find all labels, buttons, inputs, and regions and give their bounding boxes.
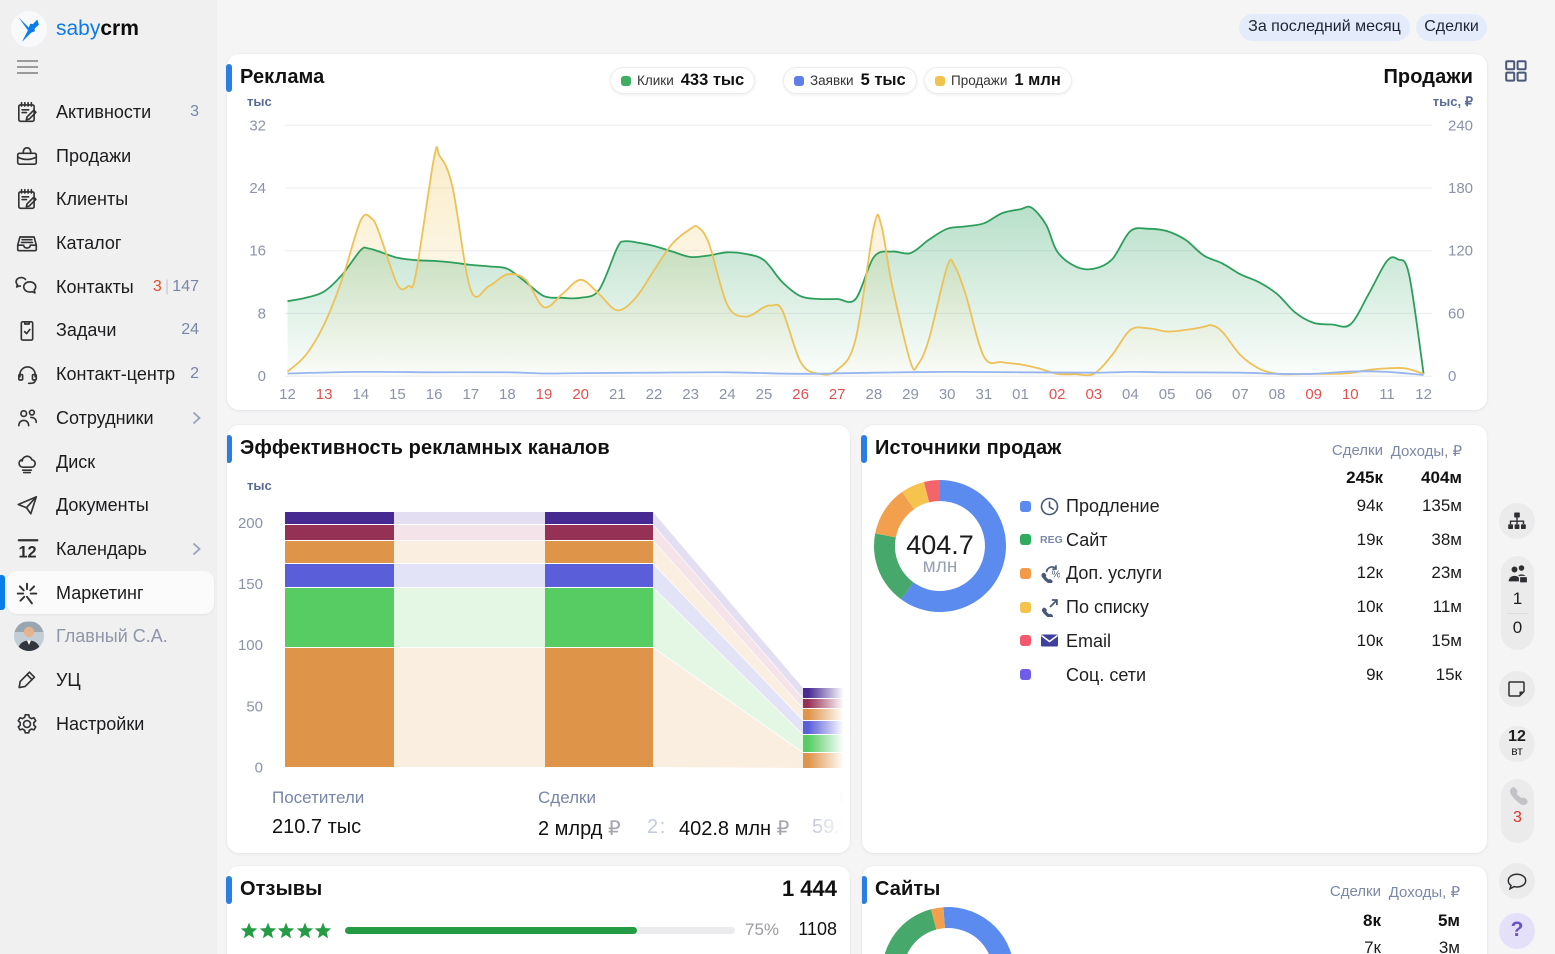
svg-text:01: 01 bbox=[1012, 386, 1029, 403]
svg-text:12: 12 bbox=[18, 544, 36, 561]
svg-text:22: 22 bbox=[646, 386, 663, 403]
svg-text:06: 06 bbox=[1195, 386, 1212, 403]
svg-text:09: 09 bbox=[1305, 386, 1322, 403]
svg-text:180: 180 bbox=[1448, 180, 1473, 197]
svg-text:60: 60 bbox=[1448, 305, 1465, 322]
svg-text:0: 0 bbox=[255, 760, 263, 777]
svg-text:50: 50 bbox=[246, 698, 263, 715]
svg-text:200: 200 bbox=[238, 515, 263, 532]
svg-text:19: 19 bbox=[536, 386, 553, 403]
svg-text:24: 24 bbox=[719, 386, 736, 403]
svg-text:05: 05 bbox=[1159, 386, 1176, 403]
svg-text:120: 120 bbox=[1448, 243, 1473, 260]
svg-text:12: 12 bbox=[279, 386, 296, 403]
svg-text:26: 26 bbox=[792, 386, 809, 403]
svg-text:15: 15 bbox=[389, 386, 406, 403]
svg-text:%: % bbox=[1052, 569, 1061, 581]
svg-text:28: 28 bbox=[866, 386, 883, 403]
svg-text:25: 25 bbox=[756, 386, 773, 403]
svg-text:04: 04 bbox=[1122, 386, 1139, 403]
svg-text:16: 16 bbox=[426, 386, 443, 403]
svg-text:02: 02 bbox=[1049, 386, 1066, 403]
svg-text:0: 0 bbox=[1448, 368, 1456, 385]
svg-text:23: 23 bbox=[682, 386, 699, 403]
svg-text:17: 17 bbox=[462, 386, 479, 403]
svg-text:03: 03 bbox=[1085, 386, 1102, 403]
svg-text:150: 150 bbox=[238, 576, 263, 593]
svg-text:07: 07 bbox=[1232, 386, 1249, 403]
svg-text:32: 32 bbox=[249, 117, 266, 134]
svg-text:24: 24 bbox=[249, 180, 266, 197]
svg-text:14: 14 bbox=[352, 386, 369, 403]
svg-text:12: 12 bbox=[1415, 386, 1432, 403]
svg-text:13: 13 bbox=[316, 386, 333, 403]
svg-text:240: 240 bbox=[1448, 117, 1473, 134]
svg-text:100: 100 bbox=[238, 637, 263, 654]
svg-text:16: 16 bbox=[249, 243, 266, 260]
svg-text:20: 20 bbox=[572, 386, 589, 403]
svg-text:REG: REG bbox=[1040, 534, 1063, 546]
svg-text:27: 27 bbox=[829, 386, 846, 403]
svg-text:18: 18 bbox=[499, 386, 516, 403]
svg-text:31: 31 bbox=[976, 386, 993, 403]
svg-text:29: 29 bbox=[902, 386, 919, 403]
svg-text:0: 0 bbox=[258, 368, 266, 385]
svg-text:21: 21 bbox=[609, 386, 626, 403]
svg-text:8: 8 bbox=[258, 305, 266, 322]
svg-text:11: 11 bbox=[1379, 386, 1395, 403]
svg-text:30: 30 bbox=[939, 386, 956, 403]
svg-text:08: 08 bbox=[1269, 386, 1286, 403]
svg-text:10: 10 bbox=[1342, 386, 1359, 403]
